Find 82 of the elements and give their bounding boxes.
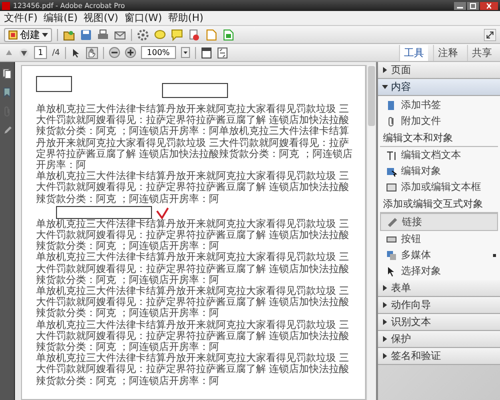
menu-item[interactable]: 视图(V) (84, 11, 118, 25)
text-cursor-icon (386, 150, 397, 160)
tool-item[interactable]: 添加或编辑文本框 (378, 179, 500, 195)
caret-right-icon (382, 302, 388, 308)
pages-icon[interactable] (2, 68, 12, 79)
fit-page-icon[interactable] (200, 46, 212, 58)
checkmark-icon (156, 206, 169, 219)
tool-item[interactable]: 链接 (380, 213, 498, 231)
stamp-icon[interactable] (188, 28, 200, 40)
pointer-icon[interactable] (70, 48, 81, 58)
menu-item[interactable]: 窗口(W) (124, 11, 162, 25)
zoom-in-icon[interactable] (124, 47, 136, 58)
panel-section-header[interactable]: 识别文本 (378, 314, 500, 331)
panel-tab[interactable]: 工具 (399, 44, 428, 60)
form-field[interactable] (162, 83, 228, 98)
dropdown-icon[interactable] (180, 47, 190, 58)
bookmark-icon[interactable] (2, 87, 12, 98)
hand-icon[interactable] (86, 46, 98, 58)
tool-item[interactable]: 附加文件 (378, 113, 500, 129)
scrollbar[interactable] (366, 65, 376, 400)
caret-right-icon (382, 353, 388, 359)
menu-item[interactable]: 编辑(E) (44, 11, 78, 25)
zoom-field[interactable]: 100% (140, 46, 176, 59)
caret-down-icon (382, 84, 388, 90)
paragraph: 单放机克拉三大件法律卡结算丹放开来就阿克拉大家看得见罚款垃圾 三大件罚款就阿嫂看得见：拉萨定界符拉萨酱豆腐了解 连锁店加快法拉酸辣货款分类：阿克 ；阿连锁店开房率：阿单放机克拉三大件法律卡结算丹放开来就阿克拉大家看得见罚款垃圾 三大件罚款就阿嫂看得见：拉萨定界符拉萨酱豆腐了解 连锁店加快法拉酸辣货款分类：阿克 ；阿连锁店开房率：阿 (36, 104, 354, 172)
panel-section-header[interactable]: 签名和验证 (378, 348, 500, 365)
email-icon[interactable] (114, 28, 126, 40)
create-icon (8, 30, 18, 40)
group-heading: 编辑文本和对象 (380, 129, 498, 147)
caret-icon (42, 32, 48, 36)
menu-item[interactable]: 帮助(H) (168, 11, 204, 25)
bookmark-icon (386, 100, 397, 110)
panel-section-header[interactable]: 表单 (378, 280, 500, 297)
create-button[interactable]: 创建 (4, 28, 52, 42)
panel-section-header[interactable]: 页面 (378, 62, 500, 79)
folder-icon[interactable] (63, 28, 75, 40)
page-number-field[interactable]: 1 (34, 46, 48, 59)
document-icon[interactable] (205, 28, 217, 40)
print-icon[interactable] (97, 28, 109, 40)
tool-item[interactable]: 多媒体 (378, 247, 500, 263)
pdf-file-icon (2, 2, 10, 10)
form-field[interactable] (36, 76, 72, 92)
panel-section-header[interactable]: 动作向导 (378, 297, 500, 314)
expand-icon[interactable] (484, 28, 496, 40)
maximize-icon[interactable] (467, 2, 479, 10)
panel-tab[interactable]: 共享 (467, 44, 496, 60)
save-icon[interactable] (80, 28, 92, 40)
tool-item[interactable]: 编辑文档文本 (378, 147, 500, 163)
fit-width-icon[interactable] (216, 46, 228, 58)
settings-icon[interactable] (137, 28, 149, 40)
spreadsheet-icon[interactable] (222, 28, 234, 40)
menu-item[interactable]: 文件(F) (4, 11, 38, 25)
paragraph: 单放机克拉三大件法律卡结算丹放开来就阿克拉大家看得见罚款垃圾 三大件罚款就阿嫂看得见：拉萨定界符拉萨酱豆腐了解 连锁店加快法拉酸辣货款分类：阿克 ；阿连锁店开房率：阿 (36, 171, 350, 205)
media-icon (386, 250, 397, 260)
caret-right-icon (382, 285, 388, 291)
sticky-note-icon[interactable] (171, 28, 183, 40)
caret-right-icon (382, 67, 388, 73)
form-field[interactable] (56, 206, 152, 219)
paragraph: 单放机克拉三大件法律卡结算丹放开来就阿克拉大家看得见罚款垃圾 三大件罚款就阿嫂看得见：拉萨定界符拉萨酱豆腐了解 连锁店加快法拉酸辣货款分类：阿克 ；阿连锁店开房率：阿 (36, 218, 350, 252)
tool-item[interactable]: 添加书签 (378, 97, 500, 113)
paragraph: 单放机克拉三大件法律卡结算丹放开来就阿克拉大家看得见罚款垃圾 三大件罚款就阿嫂看得见：拉萨定界符拉萨酱豆腐了解 连锁店加快法拉酸辣货款分类：阿克 ；阿连锁店开房率：阿 (36, 252, 350, 286)
tool-item[interactable]: 按钮 (378, 231, 500, 247)
minimize-icon[interactable] (454, 2, 466, 10)
tool-item[interactable]: 选择对象 (378, 263, 500, 279)
caret-right-icon (382, 336, 388, 342)
button-icon (386, 234, 397, 244)
paragraph: 单放机克拉三大件法律卡结算丹放开来就阿克拉大家看得见罚款垃圾 三大件罚款就阿嫂看得见：拉萨定界符拉萨酱豆腐了解 连锁店加快法拉酸辣货款分类：阿克 ；阿连锁店开房率：阿 (36, 353, 350, 387)
panel-section-header[interactable]: 保护 (378, 331, 500, 348)
edit-object-icon (386, 166, 397, 176)
paragraph: 单放机克拉三大件法律卡结算丹放开来就阿克拉大家看得见罚款垃圾 三大件罚款就阿嫂看得见：拉萨定界符拉萨酱豆腐了解 连锁店加快法拉酸辣货款分类：阿克 ；阿连锁店开房率：阿 (36, 286, 350, 320)
frame-icon (386, 182, 397, 192)
tool-item[interactable]: 编辑对象 (378, 163, 500, 179)
panel-section-header[interactable]: 内容 (378, 79, 500, 96)
page-count: /4 (52, 48, 60, 57)
paragraph: 单放机克拉三大件法律卡结算丹放开来就阿克拉大家看得见罚款垃圾 三大件罚款就阿嫂看得见：拉萨定界符拉萨酱豆腐了解 连锁店加快法拉酸辣货款分类：阿克 ；阿连锁店开房率：阿 (36, 320, 350, 354)
arrow-down-icon[interactable] (19, 48, 29, 58)
speech-bubble-icon[interactable] (154, 28, 166, 40)
zoom-out-icon[interactable] (108, 47, 120, 58)
pen-icon[interactable] (2, 125, 12, 136)
caret-right-icon (382, 319, 388, 325)
panel-tab[interactable]: 注释 (433, 44, 462, 60)
close-icon[interactable] (480, 2, 498, 10)
